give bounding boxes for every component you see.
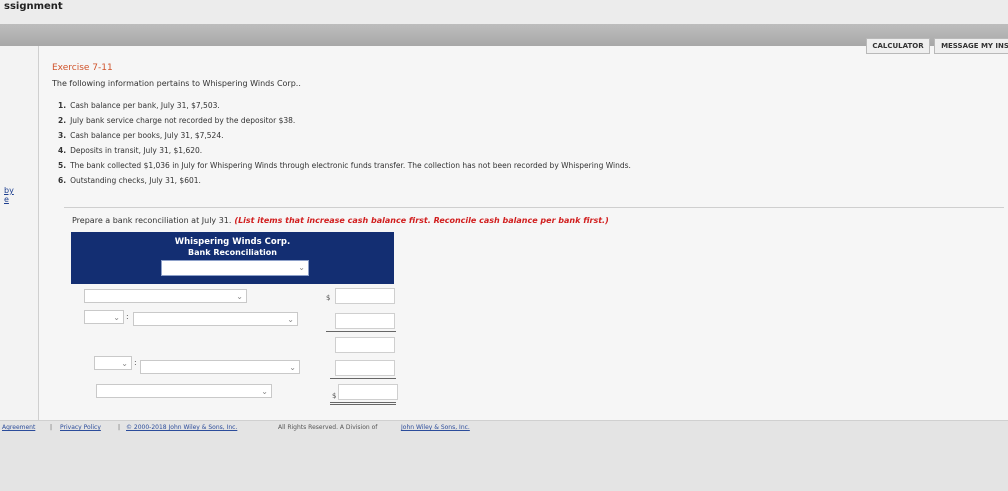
list-item: 2. July bank service charge not recorded … (58, 116, 296, 125)
chevron-down-icon: ⌄ (261, 387, 268, 396)
total-rule (330, 402, 396, 403)
item-select[interactable]: ⌄ (133, 312, 298, 326)
total-input[interactable] (338, 384, 398, 400)
subtotal-rule (330, 378, 396, 379)
date-select[interactable]: ⌄ (161, 260, 309, 276)
list-item: 5. The bank collected $1,036 in July for … (58, 161, 631, 170)
calculator-button[interactable]: CALCULATOR (866, 38, 930, 54)
reconciliation-header: Whispering Winds Corp. Bank Reconciliati… (71, 232, 394, 284)
chevron-down-icon: ⌄ (121, 359, 128, 368)
exercise-title: Exercise 7-11 (52, 63, 113, 73)
exercise-intro: The following information pertains to Wh… (52, 79, 301, 88)
chevron-down-icon: ⌄ (236, 292, 243, 301)
message-instructor-button[interactable]: MESSAGE MY INS (934, 38, 1008, 54)
prompt-text: Prepare a bank reconciliation at July 31… (72, 216, 609, 225)
amount-input[interactable] (335, 288, 395, 304)
header-strip (0, 24, 1008, 46)
colon-label: : (134, 358, 137, 367)
statement-title: Bank Reconciliation (188, 248, 277, 257)
top-bar: ssignment (0, 0, 1008, 24)
company-name: Whispering Winds Corp. (174, 237, 291, 247)
left-link-e[interactable]: e (4, 195, 9, 204)
prompt-instruction: (List items that increase cash balance f… (234, 216, 609, 225)
item-select[interactable]: ⌄ (140, 360, 300, 374)
footer-separator: | (118, 424, 121, 431)
amount-input[interactable] (335, 337, 395, 353)
list-item: 3. Cash balance per books, July 31, $7,52… (58, 131, 224, 140)
rights-text: All Rights Reserved. A Division of (278, 424, 378, 431)
list-item: 6. Outstanding checks, July 31, $601. (58, 176, 201, 185)
currency-label: $ (326, 294, 331, 302)
currency-label: $ (332, 392, 337, 400)
list-item: 1. Cash balance per bank, July 31, $7,503… (58, 101, 220, 110)
item-select[interactable]: ⌄ (96, 384, 272, 398)
agreement-link[interactable]: Agreement (2, 424, 35, 431)
left-link-by[interactable]: by (4, 186, 14, 195)
total-rule (330, 404, 396, 405)
privacy-policy-link[interactable]: Privacy Policy (60, 424, 101, 431)
chevron-down-icon: ⌄ (113, 313, 120, 322)
chevron-down-icon: ⌄ (287, 315, 294, 324)
left-panel: by e (0, 46, 38, 422)
app-title: ssignment (4, 1, 63, 12)
colon-label: : (126, 312, 129, 321)
sign-select[interactable]: ⌄ (94, 356, 132, 370)
chevron-down-icon: ⌄ (298, 263, 305, 272)
section-divider (64, 207, 1004, 208)
subtotal-rule (326, 331, 396, 332)
chevron-down-icon: ⌄ (289, 363, 296, 372)
sign-select[interactable]: ⌄ (84, 310, 124, 324)
amount-input[interactable] (335, 360, 395, 376)
amount-input[interactable] (335, 313, 395, 329)
wiley-link[interactable]: John Wiley & Sons, Inc. (401, 424, 470, 431)
copyright-link[interactable]: © 2000-2018 John Wiley & Sons, Inc. (126, 424, 237, 431)
list-item: 4. Deposits in transit, July 31, $1,620. (58, 146, 203, 155)
footer-separator: | (50, 424, 53, 431)
item-select[interactable]: ⌄ (84, 289, 247, 303)
